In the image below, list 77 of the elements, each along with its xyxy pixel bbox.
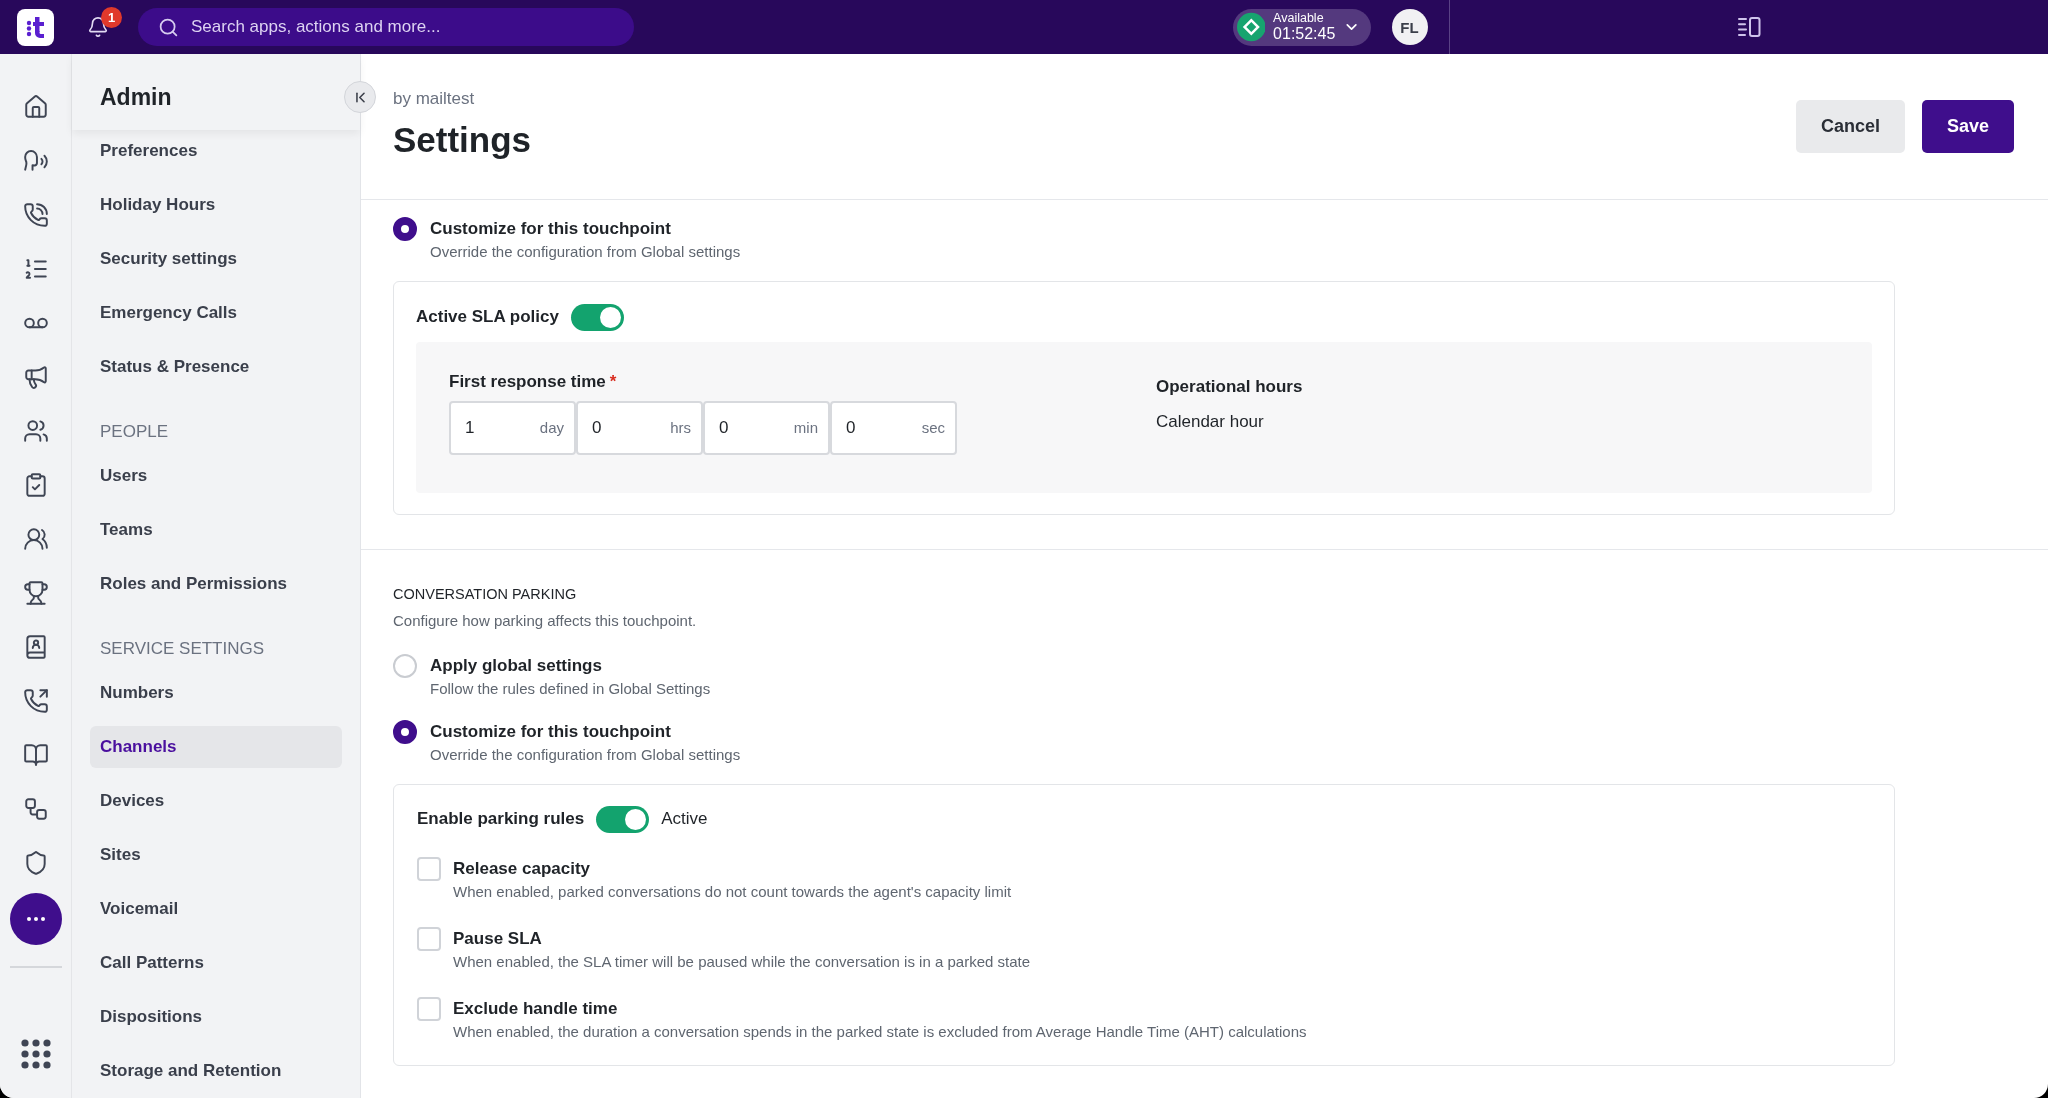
toggle-label: Active SLA policy bbox=[416, 307, 559, 327]
app-grid-icon[interactable] bbox=[20, 1039, 51, 1069]
sidebar-item[interactable]: Holiday Hours bbox=[90, 184, 342, 226]
sidebar-item[interactable]: Sites bbox=[90, 834, 342, 876]
checkbox-description: When enabled, the duration a conversation spends in the parked state is excluded from Average Handle Time (AHT) calculations bbox=[453, 1022, 1307, 1042]
field-label: First response time * bbox=[449, 371, 617, 393]
option-label: Customize for this touchpoint bbox=[430, 721, 671, 743]
option-label: Customize for this touchpoint bbox=[430, 218, 671, 240]
checkbox[interactable] bbox=[417, 857, 441, 881]
sidebar-item[interactable]: Call Patterns bbox=[90, 942, 342, 984]
radio-button[interactable] bbox=[393, 720, 417, 744]
radio-button[interactable] bbox=[393, 217, 417, 241]
sidebar-title: Admin bbox=[100, 84, 172, 110]
bell-icon bbox=[87, 16, 109, 38]
people-icon[interactable] bbox=[22, 526, 49, 552]
more-button[interactable] bbox=[9, 893, 62, 945]
notification-badge: 1 bbox=[101, 7, 122, 28]
sidebar-item[interactable]: Channels bbox=[90, 726, 342, 768]
status-button[interactable]: Available 01:52:45 bbox=[1232, 8, 1371, 46]
checkbox-label: Exclude handle time bbox=[453, 998, 618, 1020]
sidebar-item[interactable]: Storage and Retention bbox=[90, 1050, 342, 1092]
sidebar-item[interactable]: Status & Presence bbox=[90, 346, 342, 388]
secondary-button[interactable]: Cancel bbox=[1795, 100, 1905, 153]
sidebar-item[interactable]: Voicemail bbox=[90, 888, 342, 930]
home-icon[interactable] bbox=[22, 94, 49, 120]
sidebar-item[interactable]: Preferences bbox=[90, 130, 342, 172]
sidebar-item[interactable]: Numbers bbox=[90, 672, 342, 714]
sidebar-section-heading: PEOPLE bbox=[99, 421, 169, 443]
section-description: Configure how parking affects this touchpoint. bbox=[393, 611, 697, 631]
page-title: Settings bbox=[393, 120, 532, 160]
toggle-label: Enable parking rules bbox=[417, 809, 585, 829]
hours-label: Operational hours bbox=[1156, 376, 1303, 398]
app-logo[interactable] bbox=[17, 8, 54, 46]
sidebar-item[interactable]: Users bbox=[90, 455, 342, 497]
sidebar-item[interactable]: Devices bbox=[90, 780, 342, 822]
phone-outgoing-icon[interactable] bbox=[22, 688, 49, 714]
users-icon[interactable] bbox=[22, 418, 49, 444]
speaking-person-icon[interactable] bbox=[22, 148, 49, 174]
trophy-icon[interactable] bbox=[22, 580, 49, 606]
collapse-sidebar-button[interactable] bbox=[344, 81, 376, 113]
checkbox-description: When enabled, the SLA timer will be paused while the conversation is in a parked state bbox=[453, 952, 1030, 972]
primary-button[interactable]: Save bbox=[1921, 100, 2014, 153]
open-book-icon[interactable] bbox=[22, 742, 49, 768]
toggle-status: Active bbox=[661, 809, 708, 829]
notifications-button[interactable] bbox=[86, 14, 110, 40]
sidebar-item[interactable]: Teams bbox=[90, 509, 342, 551]
user-avatar[interactable]: FL bbox=[1391, 9, 1428, 45]
ellipsis-icon bbox=[26, 917, 45, 921]
option-description: Override the configuration from Global settings bbox=[430, 242, 741, 262]
unit-label: sec bbox=[921, 419, 945, 437]
sidebar-item[interactable]: Dispositions bbox=[90, 996, 342, 1038]
sidebar-item[interactable]: Emergency Calls bbox=[90, 292, 342, 334]
option-label: Apply global settings bbox=[430, 655, 602, 677]
checkbox-label: Release capacity bbox=[453, 858, 591, 880]
option-description: Follow the rules defined in Global Settings bbox=[430, 679, 711, 699]
section-heading: CONVERSATION PARKING bbox=[393, 585, 577, 604]
search-icon bbox=[158, 17, 179, 38]
checkbox[interactable] bbox=[417, 927, 441, 951]
unit-label: day bbox=[539, 419, 564, 437]
unit-label: min bbox=[793, 419, 818, 437]
toggle-switch[interactable] bbox=[596, 805, 650, 833]
flowchart-icon[interactable] bbox=[22, 796, 49, 822]
checkbox-description: When enabled, parked conversations do not count towards the agent's capacity limit bbox=[453, 882, 1012, 902]
toggle-switch[interactable] bbox=[570, 303, 624, 331]
hours-value: Calendar hour bbox=[1156, 411, 1264, 433]
megaphone-icon[interactable] bbox=[22, 364, 49, 390]
checkbox-label: Pause SLA bbox=[453, 928, 542, 950]
sidebar-section-heading: SERVICE SETTINGS bbox=[99, 638, 265, 660]
sidebar-item[interactable]: Roles and Permissions bbox=[90, 563, 342, 605]
phone-call-icon[interactable] bbox=[22, 202, 49, 228]
sidebar-item[interactable]: Security settings bbox=[90, 238, 342, 280]
unit-label: hrs bbox=[670, 419, 691, 437]
checkbox[interactable] bbox=[417, 997, 441, 1021]
search-field[interactable]: Search apps, actions and more... bbox=[138, 8, 634, 46]
side-panel-icon[interactable] bbox=[1736, 17, 1761, 37]
option-description: Override the configuration from Global settings bbox=[430, 745, 741, 765]
page-subtitle: by mailtest bbox=[393, 88, 475, 110]
